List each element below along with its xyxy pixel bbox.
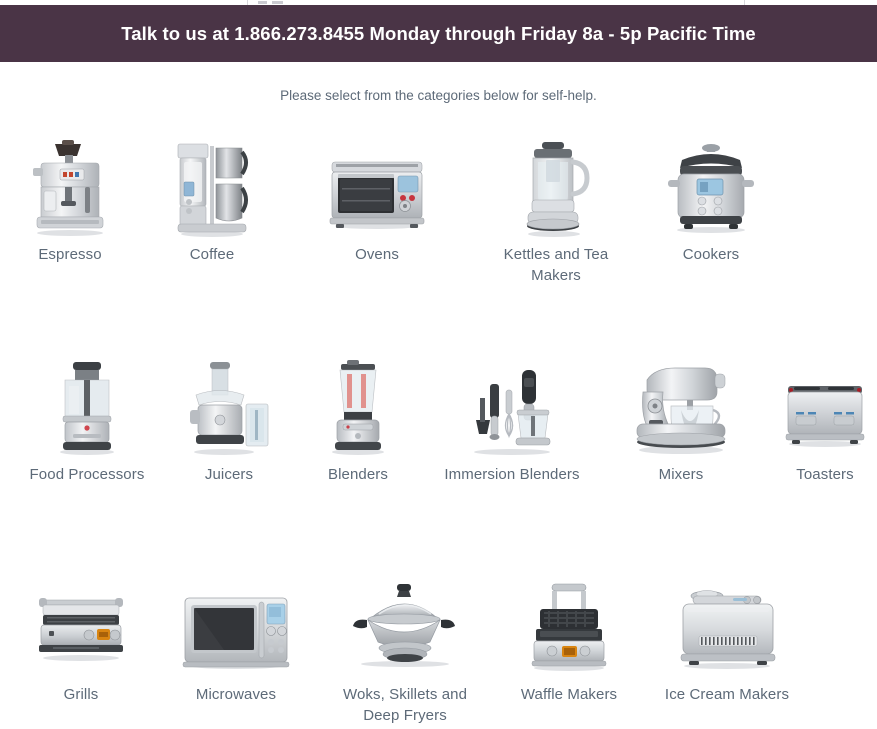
stand-mixer-icon[interactable] [611, 358, 751, 458]
toaster-icon[interactable] [755, 358, 877, 458]
juicer-icon[interactable] [159, 358, 299, 458]
category-tile[interactable]: Ice Cream Makers [647, 578, 807, 705]
immersion-blender-icon[interactable] [437, 358, 587, 458]
wok-icon[interactable] [328, 578, 483, 678]
waffle-maker-icon[interactable] [494, 578, 644, 678]
category-tile[interactable]: Waffle Makers [494, 578, 644, 705]
category-tile[interactable]: Woks, Skillets and Deep Fryers [328, 578, 483, 727]
blender-icon[interactable] [288, 358, 428, 458]
category-tile[interactable]: Toasters [755, 358, 877, 485]
category-grid: Espresso Coffee Ovens Kettles and Tea Ma… [0, 0, 877, 729]
ice-cream-maker-icon[interactable] [647, 578, 807, 678]
category-label: Coffee [189, 246, 235, 263]
category-label: Toasters [796, 466, 854, 483]
category-label: Cookers [682, 246, 740, 263]
category-label: Food Processors [29, 466, 145, 483]
category-label: Ovens [355, 246, 399, 263]
category-label: Grills [63, 686, 99, 703]
category-label: Woks, Skillets and Deep Fryers [342, 686, 468, 725]
microwave-icon[interactable] [161, 578, 311, 678]
category-label: Waffle Makers [520, 686, 618, 703]
category-label: Immersion Blenders [444, 466, 580, 483]
category-tile[interactable]: Cookers [641, 138, 781, 265]
category-tile[interactable]: Immersion Blenders [437, 358, 587, 485]
category-tile[interactable]: Ovens [302, 138, 452, 265]
category-tile[interactable]: Grills [11, 578, 151, 705]
category-tile[interactable]: Food Processors [12, 358, 162, 485]
food-processor-icon[interactable] [12, 358, 162, 458]
coffee-maker-icon[interactable] [142, 138, 282, 238]
category-tile[interactable]: Juicers [159, 358, 299, 485]
grill-icon[interactable] [11, 578, 151, 678]
category-label: Microwaves [195, 686, 277, 703]
category-tile[interactable]: Espresso [0, 138, 140, 265]
category-label: Ice Cream Makers [664, 686, 790, 703]
category-tile[interactable]: Kettles and Tea Makers [481, 138, 631, 287]
category-label: Blenders [327, 466, 388, 483]
category-label: Kettles and Tea Makers [503, 246, 609, 285]
kettle-icon[interactable] [481, 138, 631, 238]
category-label: Mixers [658, 466, 704, 483]
category-tile[interactable]: Microwaves [161, 578, 311, 705]
category-tile[interactable]: Blenders [288, 358, 428, 485]
category-label: Espresso [38, 246, 102, 263]
smart-oven-icon[interactable] [302, 138, 452, 238]
category-tile[interactable]: Mixers [611, 358, 751, 485]
category-tile[interactable]: Coffee [142, 138, 282, 265]
pressure-cooker-icon[interactable] [641, 138, 781, 238]
espresso-machine-icon[interactable] [0, 138, 140, 238]
category-label: Juicers [204, 466, 254, 483]
